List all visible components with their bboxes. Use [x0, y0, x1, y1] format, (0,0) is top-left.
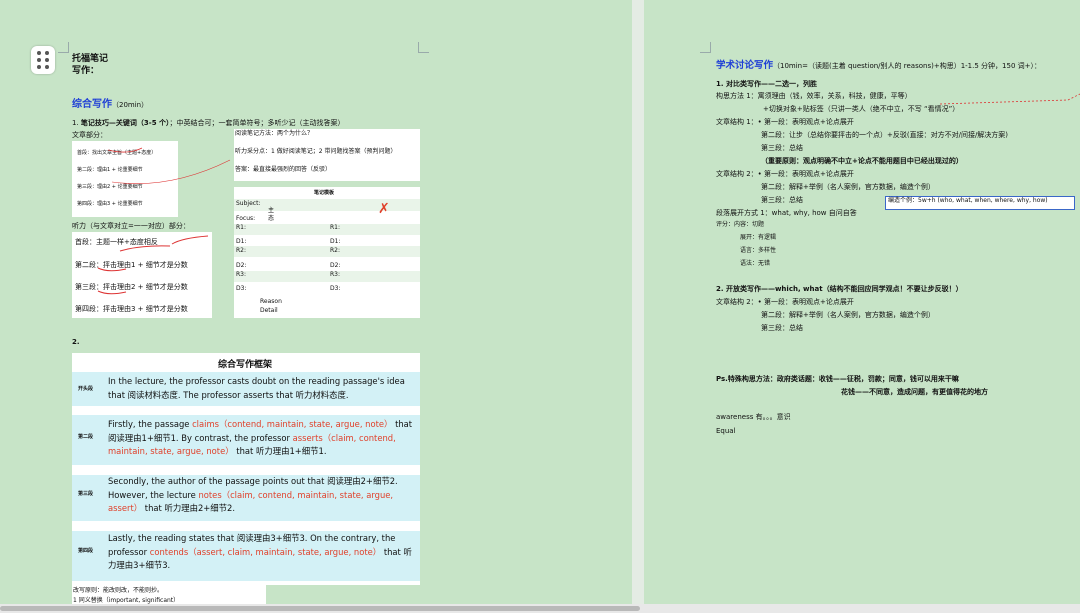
handwritten-underlines: [97, 147, 231, 295]
line-text: 评分：内容：切题: [716, 221, 765, 228]
comment-text: 编造个例：5w+h (who, what, when, where, why, …: [888, 197, 1048, 204]
line-heading-open: 2. 开放类写作——which, what（结构不能回应同学观点！不要让步反驳！…: [716, 285, 963, 293]
line-text: awareness 有。。。意识: [716, 413, 791, 421]
academic-title: 学术讨论写作: [716, 60, 774, 71]
rewrite-principle: 改写原则：能改则改，不能则抄。: [73, 587, 164, 594]
academic-subtitle: （10min=（读题(主着 question/别人的 reasons)+构思）1…: [773, 62, 1041, 70]
line-text: 文章结构 1：• 第一段：表明观点+论点展开: [716, 118, 854, 126]
page-gutter: [632, 0, 644, 613]
framework-row-text: Lastly, the reading states that 阅读理由3+细节…: [108, 533, 412, 570]
crop-mark: [700, 42, 711, 53]
framework-row-text: Firstly, the passage claims（contend, mai…: [108, 419, 413, 456]
line-text: 文章结构 2：• 第一段：表明观点+论点展开: [716, 298, 854, 306]
line-text: 第三段：总结: [761, 324, 803, 332]
line-text: 第二段：解释+举例（名人案例，官方数据，编造个例）: [761, 311, 935, 319]
line-text: 第三段：总结: [761, 144, 803, 152]
section-2-number: 2.: [72, 338, 80, 346]
line-text: Equal: [716, 427, 736, 435]
line-text: 第二段：解释+举例（名人案例，官方数据，编造个例）: [761, 183, 935, 191]
line-text: 段落展开方式 1：what, why, how 自问自答: [716, 209, 857, 217]
line-heading-compare: 1. 对比类写作——二选一，列胜: [716, 80, 817, 88]
line-text: 第二段：让步（总结你要抨击的一个点）+反驳(直接：对方不对/间接/解决方案): [761, 131, 1009, 139]
line-text: 语法：无错: [740, 260, 771, 267]
line-text: 第三段：总结: [761, 196, 803, 204]
line-text: +切换对象+贴标签（只讲一类人（绝不中立，不写 “看情况”）: [763, 105, 960, 113]
line-text: 构思方法 1：寓须理由（钱，效率，关系，科技，健康，平等）: [716, 92, 912, 100]
framework-row-text: In the lecture, the professor casts doub…: [108, 376, 405, 400]
framework-row-label: 开头段: [78, 386, 94, 392]
line-text: 文章结构 2：• 第一段：表明观点+论点展开: [716, 170, 854, 178]
framework-row-label: 第三段: [78, 491, 94, 497]
framework-table: 综合写作框架 开头段 In the lecture, the professor…: [72, 353, 420, 585]
line-ps: Ps.特殊构思方法：政府类话题：收钱——征税，罚款；同意，钱可以用来干嘛: [716, 375, 959, 383]
line-principle: （重要原则：观点明确不中立+论点不能用题目中已经出现过的）: [761, 157, 963, 165]
line-ps: 花钱——不同意，造成问题，有更值得花的地方: [841, 388, 988, 396]
framework-row-label: 第四段: [78, 548, 94, 554]
line-text: 语言：多样性: [740, 247, 777, 254]
academic-heading: 学术讨论写作（10min=（读题(主着 question/别人的 reasons…: [716, 54, 1041, 72]
line-text: 展开：有逻辑: [740, 234, 777, 241]
framework-row-text: Secondly, the author of the passage poin…: [108, 476, 398, 513]
framework-row-label: 第二段: [78, 434, 94, 440]
scrollbar-thumb[interactable]: [0, 606, 640, 611]
framework-title: 综合写作框架: [218, 360, 273, 370]
comment-connector: [940, 93, 1080, 105]
